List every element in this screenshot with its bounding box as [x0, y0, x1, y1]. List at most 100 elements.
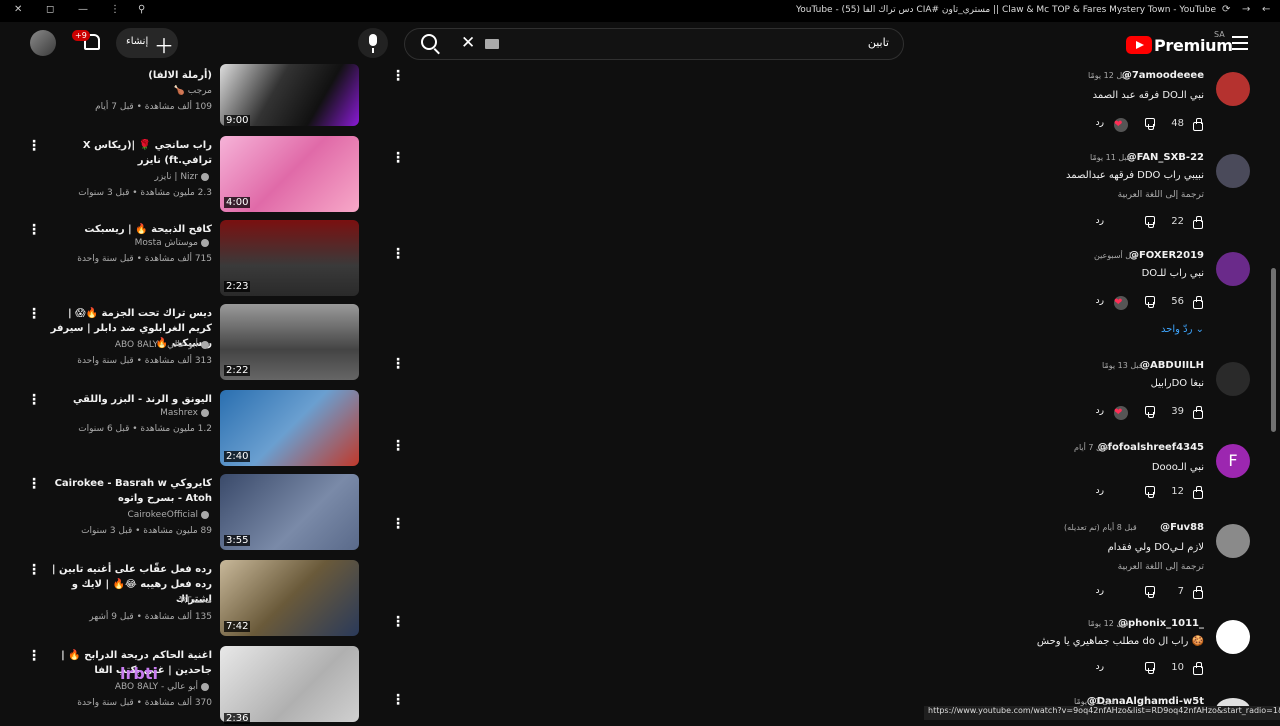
comment-time[interactable]: قبل 11 يومًا	[1074, 697, 1115, 706]
like-icon[interactable]	[1192, 216, 1204, 229]
video-channel[interactable]: Mashrex	[160, 408, 212, 418]
like-icon[interactable]	[1192, 662, 1204, 675]
related-video-item[interactable]: 2:23 ⋮ كافح الذبيحة 🔥 | ريسبكت موستاش Mo…	[0, 220, 415, 300]
menu-dots-icon[interactable]: ⋮	[110, 4, 120, 15]
video-channel[interactable]: Nizr | نايزر	[155, 172, 213, 182]
voice-search-mic-icon[interactable]	[358, 28, 388, 58]
account-avatar[interactable]	[30, 30, 56, 56]
hamburger-menu-icon[interactable]	[1232, 36, 1248, 50]
comment-author[interactable]: @7amoodeeee	[1122, 70, 1204, 81]
search-input[interactable]: تابين	[868, 36, 889, 49]
comment-author[interactable]: @fofoalshreef4345	[1098, 442, 1204, 453]
minimize-icon[interactable]: —	[78, 4, 88, 15]
video-title[interactable]: كايروكي Cairokee - Basrah w Atoh - بسرح …	[42, 476, 212, 506]
dislike-icon[interactable]	[1144, 486, 1156, 498]
clear-search-icon[interactable]: ✕	[461, 33, 475, 53]
video-thumbnail[interactable]	[220, 646, 359, 722]
video-channel[interactable]: CairokeeOfficial	[127, 510, 212, 520]
like-icon[interactable]	[1192, 296, 1204, 309]
more-actions-icon[interactable]: ⋮	[391, 246, 405, 262]
reply-button[interactable]: رد	[1096, 216, 1104, 226]
search-box[interactable]: ✕ تابين	[404, 28, 904, 60]
reply-button[interactable]: رد	[1096, 486, 1104, 496]
reply-button[interactable]: رد	[1096, 406, 1104, 416]
more-actions-icon[interactable]: ⋮	[27, 138, 41, 154]
more-actions-icon[interactable]: ⋮	[391, 516, 405, 532]
page-scrollbar[interactable]	[1271, 268, 1276, 432]
related-video-item[interactable]: 2:22 ⋮ ديس تراك تحت الجزمة 🔥😱 | كريم الغ…	[0, 304, 415, 384]
dislike-icon[interactable]	[1144, 216, 1156, 228]
youtube-premium-logo[interactable]: Premium SA	[1126, 30, 1233, 58]
dislike-icon[interactable]	[1144, 118, 1156, 130]
maximize-icon[interactable]: ◻	[46, 4, 54, 15]
reply-button[interactable]: رد	[1096, 662, 1104, 672]
like-icon[interactable]	[1192, 118, 1204, 131]
more-actions-icon[interactable]: ⋮	[391, 692, 405, 708]
comment-time[interactable]: قبل 12 يومًا	[1088, 619, 1129, 628]
comment-time[interactable]: قبل أسبوعين	[1094, 251, 1138, 260]
translate-link[interactable]: ترجمة إلى اللغة العربية	[1118, 562, 1204, 572]
comment-author[interactable]: @FAN_SXB-22	[1127, 152, 1204, 163]
video-channel[interactable]: محمدRT	[180, 596, 212, 606]
more-actions-icon[interactable]: ⋮	[391, 356, 405, 372]
comment-author[interactable]: @Fuv88	[1160, 522, 1204, 533]
comment-time[interactable]: قبل 11 يومًا	[1090, 153, 1131, 162]
comment-author[interactable]: @FOXER2019	[1129, 250, 1204, 261]
dislike-icon[interactable]	[1144, 296, 1156, 308]
more-actions-icon[interactable]: ⋮	[27, 306, 41, 322]
commenter-avatar[interactable]	[1216, 620, 1250, 654]
video-title[interactable]: كافح الذبيحة 🔥 | ريسبكت	[42, 222, 212, 237]
comment-time[interactable]: قبل 13 يومًا	[1102, 361, 1143, 370]
back-icon[interactable]: ←	[1262, 4, 1270, 15]
forward-icon[interactable]: →	[1242, 4, 1250, 15]
related-video-item[interactable]: 7:42 ⋮ رده فعل عقّاب على أغنيه تابين | ر…	[0, 560, 415, 640]
related-video-item[interactable]: 2:36 ⋮ اغنية الحاكم دريحة الدرابح 🔥 | جا…	[0, 646, 415, 726]
more-actions-icon[interactable]: ⋮	[27, 562, 41, 578]
like-icon[interactable]	[1192, 486, 1204, 499]
commenter-avatar[interactable]	[1216, 72, 1250, 106]
comment-time[interactable]: قبل 12 يومًا	[1088, 71, 1129, 80]
more-actions-icon[interactable]: ⋮	[391, 150, 405, 166]
video-channel[interactable]: أبو عالي - ABO 8ALY	[115, 340, 212, 350]
create-button[interactable]: ＋ إنشاء	[116, 28, 178, 58]
reply-button[interactable]: رد	[1096, 296, 1104, 306]
video-title[interactable]: راب سانجي 🌹 |(ريكاس X ترافي.ft) نايزر	[42, 138, 212, 168]
comment-author[interactable]: @ABDUIILH	[1140, 360, 1204, 371]
dislike-icon[interactable]	[1144, 662, 1156, 674]
reply-button[interactable]: رد	[1096, 586, 1104, 596]
more-actions-icon[interactable]: ⋮	[27, 648, 41, 664]
translate-link[interactable]: ترجمة إلى اللغة العربية	[1118, 190, 1204, 200]
dislike-icon[interactable]	[1144, 586, 1156, 598]
commenter-avatar[interactable]	[1216, 362, 1250, 396]
related-video-item[interactable]: 9:00 (أرملة الالفا) مرجب 🍗 109 ألف مشاهد…	[0, 64, 415, 146]
video-channel[interactable]: أبو عالي - ABO 8ALY	[115, 682, 212, 692]
related-video-item[interactable]: 3:55 ⋮ كايروكي Cairokee - Basrah w Atoh …	[0, 474, 415, 554]
show-replies-button[interactable]: ⌄ ردّ واحد	[1161, 324, 1204, 335]
more-actions-icon[interactable]: ⋮	[391, 438, 405, 454]
related-video-item[interactable]: 4:00 ⋮ راب سانجي 🌹 |(ريكاس X ترافي.ft) ن…	[0, 136, 415, 216]
search-icon[interactable]	[421, 34, 437, 50]
video-title[interactable]: اليونق و الرند - البزر واللقي	[42, 392, 212, 407]
like-icon[interactable]	[1192, 406, 1204, 419]
more-actions-icon[interactable]: ⋮	[391, 68, 405, 84]
comment-time[interactable]: قبل 7 أيام	[1074, 443, 1108, 452]
pin-icon[interactable]: ⚲	[138, 4, 145, 15]
commenter-avatar[interactable]	[1216, 524, 1250, 558]
comment-author[interactable]: @phonix_1011_	[1118, 618, 1204, 629]
refresh-icon[interactable]: ⟳	[1222, 4, 1230, 15]
more-actions-icon[interactable]: ⋮	[391, 614, 405, 630]
keyboard-icon[interactable]	[485, 39, 499, 49]
commenter-avatar[interactable]	[1216, 252, 1250, 286]
reply-button[interactable]: رد	[1096, 118, 1104, 128]
related-video-item[interactable]: 2:40 ⋮ اليونق و الرند - البزر واللقي Mas…	[0, 390, 415, 470]
comment-time[interactable]: قبل 8 أيام (تم تعديله)	[1064, 523, 1137, 532]
video-channel[interactable]: موستاش Mosta	[135, 238, 212, 248]
commenter-avatar[interactable]: F	[1216, 444, 1250, 478]
video-channel[interactable]: مرجب 🍗	[174, 86, 212, 96]
video-title[interactable]: (أرملة الالفا)	[42, 68, 212, 83]
like-icon[interactable]	[1192, 586, 1204, 599]
more-actions-icon[interactable]: ⋮	[27, 476, 41, 492]
close-window-icon[interactable]: ✕	[14, 4, 22, 15]
commenter-avatar[interactable]	[1216, 154, 1250, 188]
dislike-icon[interactable]	[1144, 406, 1156, 418]
